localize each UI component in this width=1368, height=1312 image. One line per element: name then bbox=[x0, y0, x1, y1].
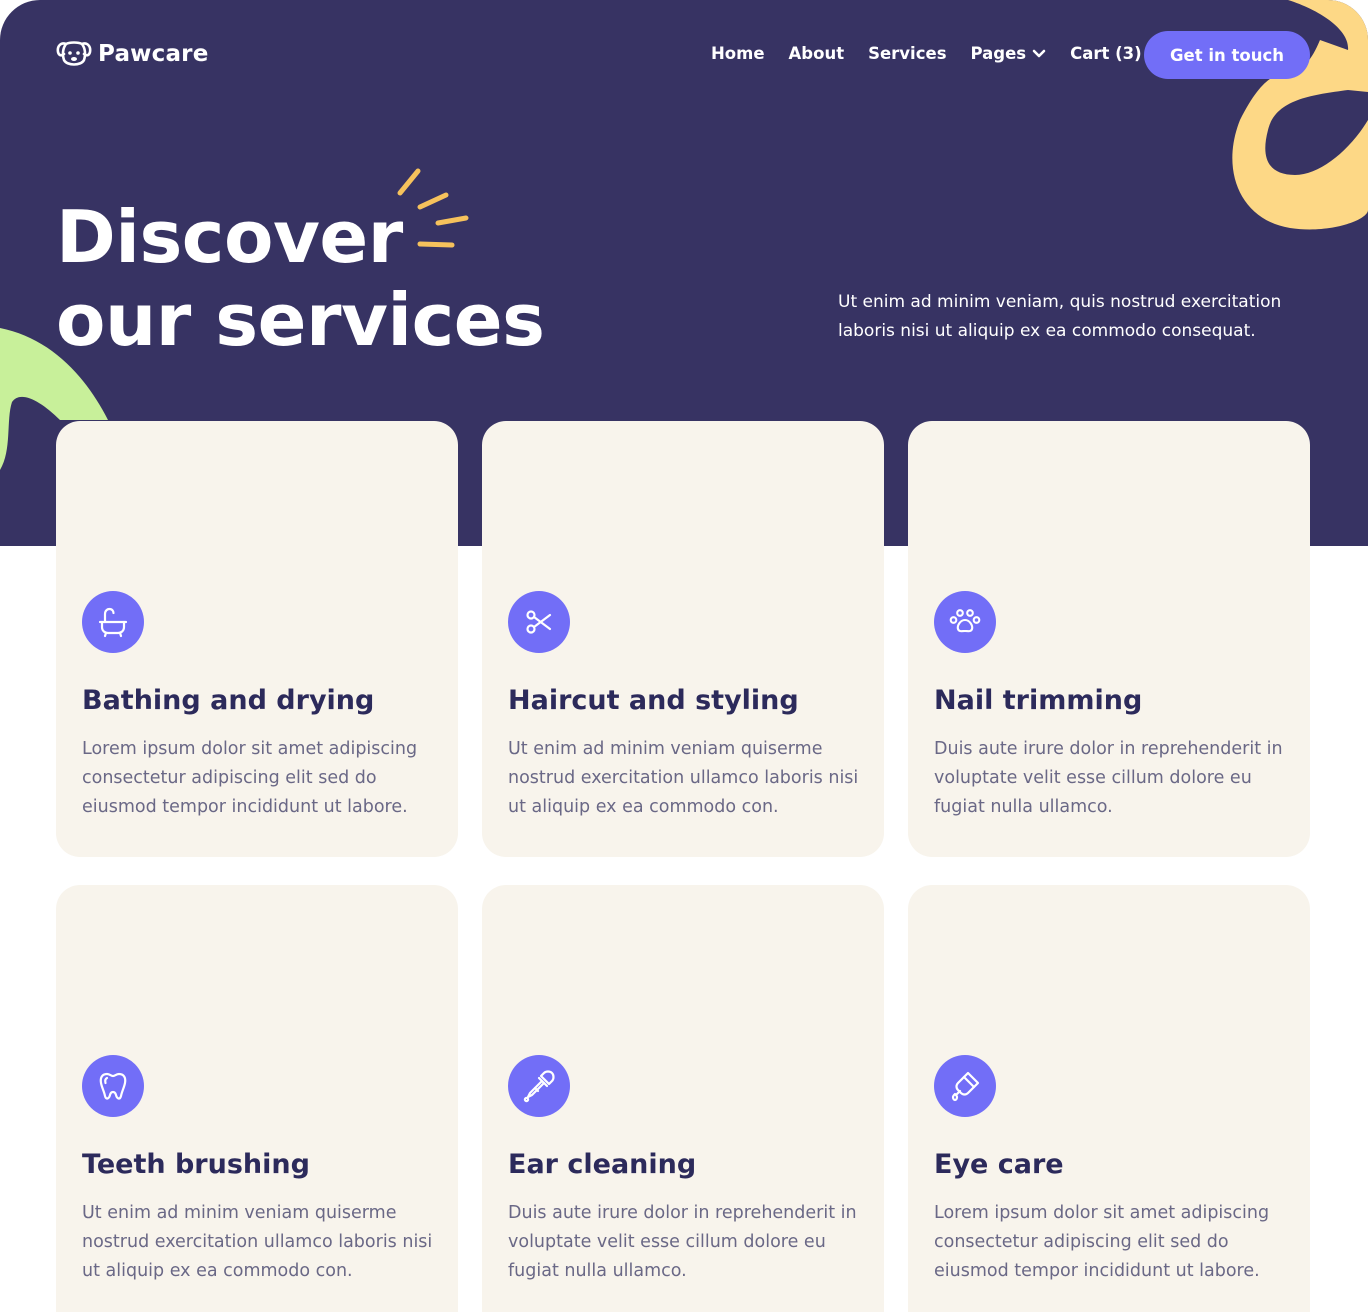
nav-home[interactable]: Home bbox=[711, 44, 765, 63]
eye-drops-icon bbox=[934, 1055, 996, 1117]
service-card-haircut[interactable]: Haircut and styling Ut enim ad minim ven… bbox=[482, 421, 884, 857]
service-title: Teeth brushing bbox=[82, 1149, 310, 1180]
service-description: Duis aute irure dolor in reprehenderit i… bbox=[508, 1203, 857, 1281]
nav-about[interactable]: About bbox=[789, 44, 845, 63]
service-description: Lorem ipsum dolor sit amet adipiscing co… bbox=[82, 739, 418, 817]
nav-links: Home About Services Pages Cart (3) bbox=[711, 44, 1166, 63]
nav-cart[interactable]: Cart (3) bbox=[1070, 44, 1142, 63]
nav-services[interactable]: Services bbox=[868, 44, 946, 63]
dropper-icon bbox=[508, 1055, 570, 1117]
service-description: Lorem ipsum dolor sit amet adipiscing co… bbox=[934, 1203, 1270, 1281]
service-title: Haircut and styling bbox=[508, 685, 799, 716]
hero-title-line2: our services bbox=[56, 278, 545, 362]
service-title: Bathing and drying bbox=[82, 685, 375, 716]
service-title: Eye care bbox=[934, 1149, 1064, 1180]
get-in-touch-button[interactable]: Get in touch bbox=[1144, 31, 1310, 79]
chevron-down-icon bbox=[1032, 49, 1046, 57]
top-navigation: Pawcare Home About Services Pages Cart (… bbox=[0, 0, 1368, 110]
dog-face-icon bbox=[56, 41, 92, 66]
bathtub-icon bbox=[82, 591, 144, 653]
service-card-eye[interactable]: Eye care Lorem ipsum dolor sit amet adip… bbox=[908, 885, 1310, 1312]
service-card-teeth[interactable]: Teeth brushing Ut enim ad minim veniam q… bbox=[56, 885, 458, 1312]
scissors-icon bbox=[508, 591, 570, 653]
nav-pages-dropdown[interactable]: Pages bbox=[971, 44, 1047, 63]
brand-name: Pawcare bbox=[98, 41, 209, 67]
service-card-ear[interactable]: Ear cleaning Duis aute irure dolor in re… bbox=[482, 885, 884, 1312]
brand-logo[interactable]: Pawcare bbox=[56, 40, 209, 68]
nav-pages-label: Pages bbox=[970, 44, 1027, 63]
hero-title-line1: Discover bbox=[56, 195, 403, 279]
hero-title: Discover our services bbox=[56, 195, 545, 362]
service-card-nail[interactable]: Nail trimming Duis aute irure dolor in r… bbox=[908, 421, 1310, 857]
service-card-bathing[interactable]: Bathing and drying Lorem ipsum dolor sit… bbox=[56, 421, 458, 857]
tooth-icon bbox=[82, 1055, 144, 1117]
hero-description: Ut enim ad minim veniam, quis nostrud ex… bbox=[838, 292, 1282, 341]
service-description: Ut enim ad minim veniam quiserme nostrud… bbox=[82, 1203, 433, 1281]
paw-icon bbox=[934, 591, 996, 653]
service-description: Duis aute irure dolor in reprehenderit i… bbox=[934, 739, 1283, 817]
service-title: Ear cleaning bbox=[508, 1149, 697, 1180]
service-description: Ut enim ad minim veniam quiserme nostrud… bbox=[508, 739, 859, 817]
service-title: Nail trimming bbox=[934, 685, 1143, 716]
